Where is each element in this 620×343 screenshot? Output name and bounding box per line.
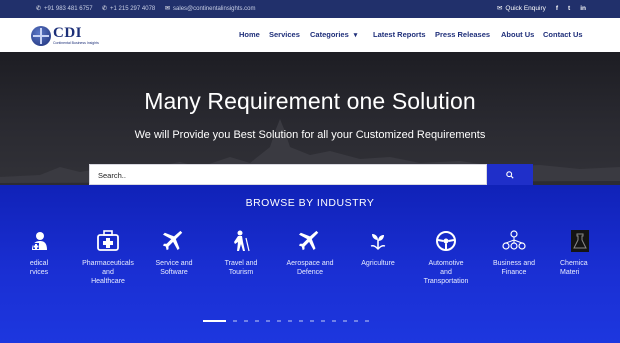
nav-latest-reports[interactable]: Latest Reports (373, 30, 426, 39)
nav-about-us[interactable]: About Us (501, 30, 534, 39)
search-icon (506, 170, 514, 179)
search-button[interactable] (487, 164, 533, 185)
logo-title: CDI (53, 25, 83, 41)
nav-categories-label: Categories (310, 30, 349, 39)
traveler-icon (201, 229, 281, 253)
carousel-dot[interactable] (321, 320, 325, 322)
industry-section-title: BROWSE BY INDUSTRY (245, 197, 375, 209)
carousel-dot[interactable] (299, 320, 303, 322)
nav-contact-us[interactable]: Contact Us (543, 30, 583, 39)
browse-by-industry-section: BROWSE BY INDUSTRY edical rvices Pharmac… (0, 185, 620, 343)
top-bar: ✆ +91 983 481 6757 ✆ +1 215 297 4078 ✉ s… (0, 0, 620, 18)
logo-subtitle: Continental Business Insights (53, 41, 99, 45)
envelope-icon: ✉ (165, 6, 171, 12)
phone-2-text: +1 215 297 4078 (110, 5, 156, 12)
industry-label: Travel and Tourism (224, 260, 258, 276)
nav-categories[interactable]: Categories ▾ (310, 30, 357, 39)
phone-1-text: +91 983 481 6757 (44, 5, 93, 12)
email-contact[interactable]: ✉ sales@continentalinsights.com (165, 5, 256, 13)
carousel-dot[interactable] (288, 320, 292, 322)
carousel-dot[interactable] (233, 320, 237, 322)
main-navbar: CDI Continental Business Insights Home S… (0, 18, 620, 52)
carousel-dot[interactable] (277, 320, 281, 322)
envelope-icon: ✉ (496, 5, 503, 12)
site-logo[interactable]: CDI Continental Business Insights (31, 23, 99, 48)
carousel-dot[interactable] (332, 320, 336, 322)
quick-enquiry-label: Quick Enquiry (505, 4, 546, 12)
carousel-dot[interactable] (343, 320, 347, 322)
phone-contact-2[interactable]: ✆ +1 215 297 4078 (102, 5, 156, 13)
hero-title: Many Requirement one Solution (144, 88, 476, 114)
hero-subtitle: We will Provide you Best Solution for al… (134, 129, 486, 141)
carousel-dot[interactable] (244, 320, 248, 322)
carousel-dot[interactable] (354, 320, 358, 322)
carousel-dot-active[interactable] (203, 320, 226, 322)
topbar-right: ✉ Quick Enquiry f t in (496, 4, 586, 13)
carousel-dot[interactable] (266, 320, 270, 322)
phone-icon: ✆ (102, 6, 108, 12)
industry-card-travel-tourism[interactable]: Travel and Tourism (201, 229, 281, 277)
email-text: sales@continentalinsights.com (173, 5, 256, 12)
nav-press-releases[interactable]: Press Releases (435, 30, 490, 39)
chemical-icon (560, 229, 620, 253)
search-input[interactable]: Search.. (89, 164, 487, 185)
nav-home[interactable]: Home (239, 30, 260, 39)
quick-enquiry-link[interactable]: ✉ Quick Enquiry (496, 4, 546, 13)
twitter-icon[interactable]: t (568, 5, 570, 12)
chevron-down-icon: ▾ (353, 32, 358, 39)
globe-icon (31, 25, 51, 46)
carousel-dot[interactable] (310, 320, 314, 322)
phone-icon: ✆ (36, 6, 42, 12)
industry-label: Chemica Materi (560, 260, 588, 276)
carousel-dot[interactable] (365, 320, 369, 322)
linkedin-icon[interactable]: in (580, 5, 586, 12)
nav-services[interactable]: Services (269, 30, 300, 39)
carousel-pagination (203, 320, 369, 322)
facebook-icon[interactable]: f (556, 5, 558, 12)
industry-card-chemical-materials[interactable]: Chemica Materi (540, 229, 620, 277)
carousel-dot[interactable] (255, 320, 259, 322)
phone-contact-1[interactable]: ✆ +91 983 481 6757 (36, 5, 93, 13)
